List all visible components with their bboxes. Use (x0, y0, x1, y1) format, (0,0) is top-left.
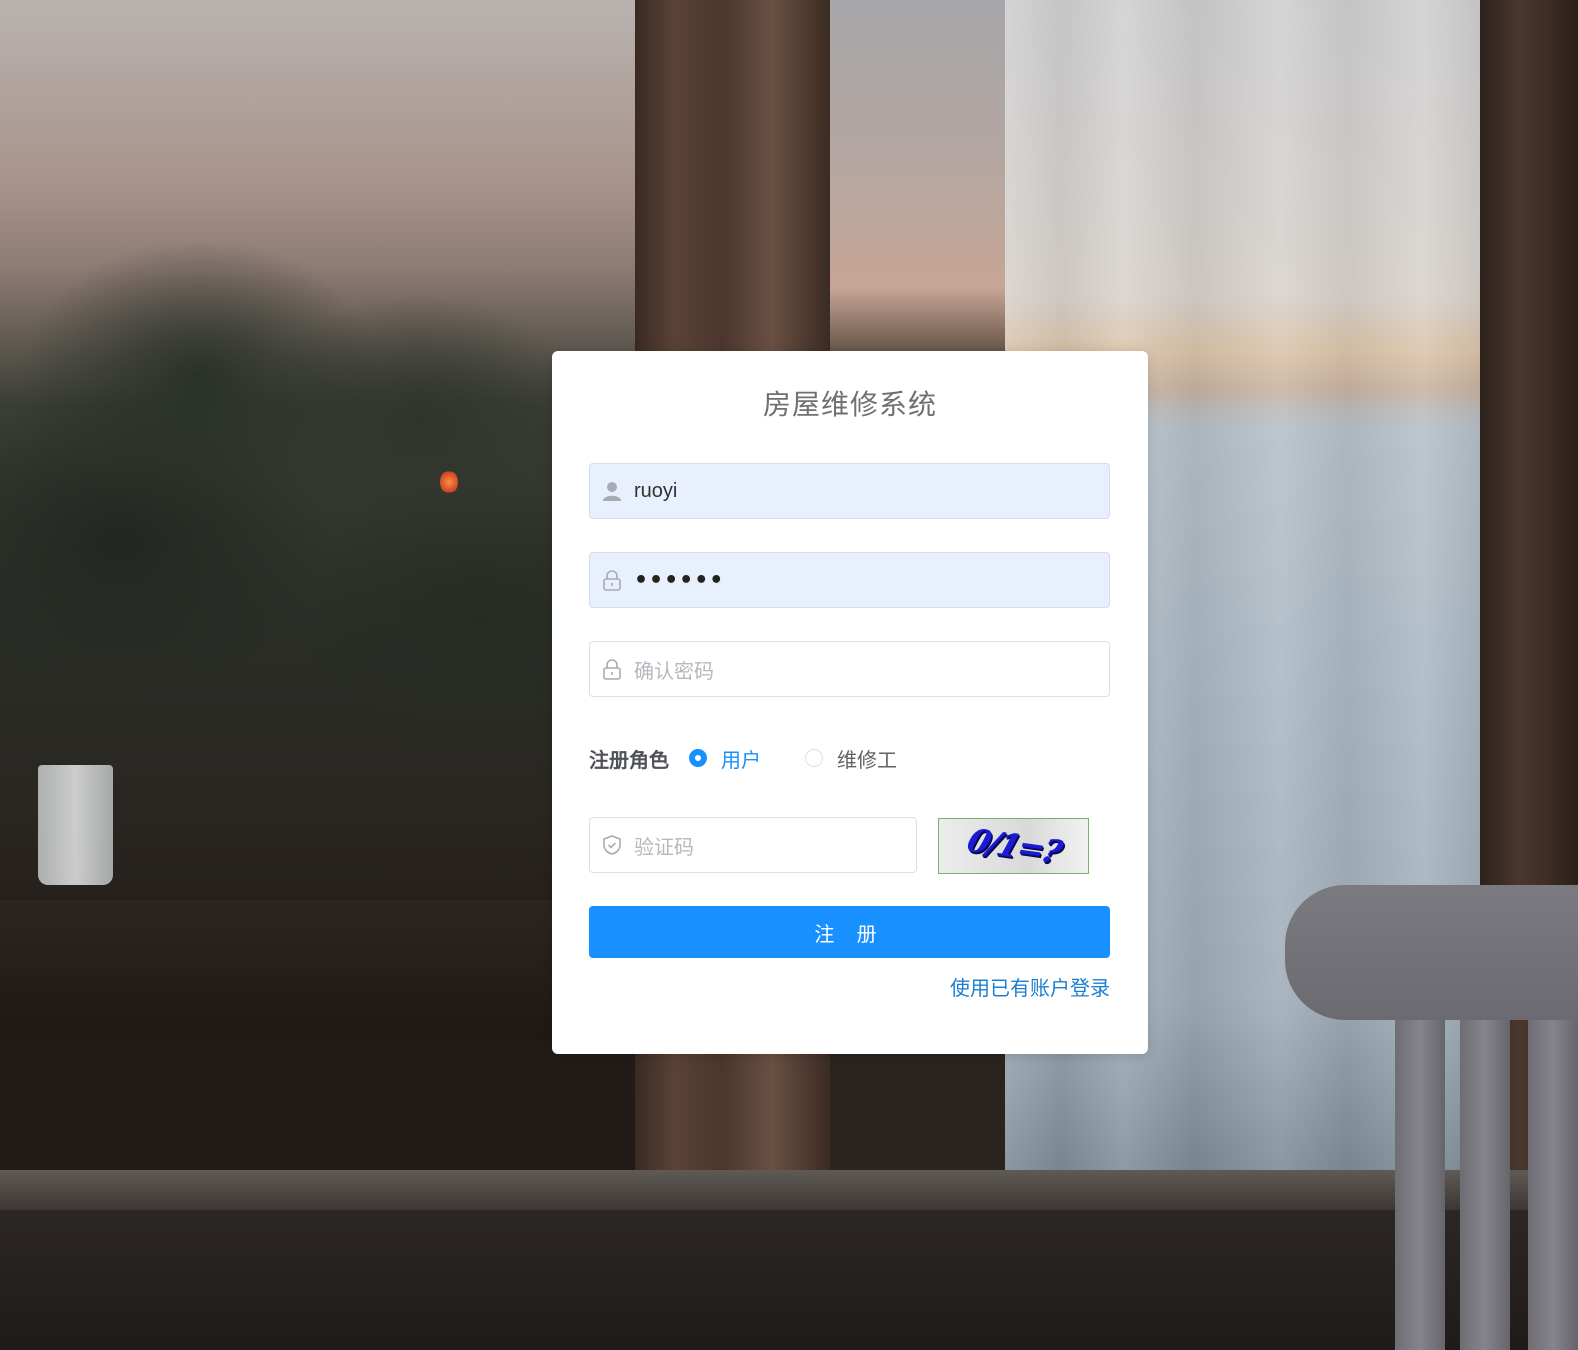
background-trees (0, 120, 640, 740)
login-link[interactable]: 使用已有账户登录 (950, 972, 1110, 1001)
role-label: 注册角色 (589, 747, 669, 772)
captcha-text: 0/1=? (962, 821, 1065, 871)
background-light (440, 470, 458, 494)
background-sky-mid (830, 0, 1005, 360)
username-value: ruoyi (634, 479, 678, 502)
captcha-field[interactable]: 验证码 (589, 817, 917, 873)
role-option-label: 用户 (721, 747, 761, 772)
captcha-placeholder: 验证码 (634, 834, 694, 859)
username-field[interactable]: ruoyi (589, 463, 1110, 519)
lock-icon (590, 553, 634, 607)
radio-unchecked-icon (805, 749, 823, 767)
background-floor (0, 1210, 1578, 1350)
captcha-image[interactable]: 0/1=? (938, 818, 1089, 874)
background-sill (0, 1170, 1578, 1210)
radio-checked-icon (689, 749, 707, 767)
background-chair-back (1285, 885, 1578, 1020)
page-title: 房屋维修系统 (762, 388, 937, 421)
role-radio-user[interactable]: 用户 (689, 744, 761, 773)
background-bench (0, 900, 560, 1040)
register-button[interactable]: 注 册 (589, 906, 1110, 958)
shield-icon (590, 818, 634, 872)
background-chair-slat (1395, 1020, 1445, 1350)
background-chair-slat (1460, 1020, 1510, 1350)
background-cup (38, 765, 113, 885)
role-selector: 注册角色 用户 维修工 (589, 743, 941, 773)
confirm-password-field[interactable]: 确认密码 (589, 641, 1110, 697)
password-field[interactable]: •••••• (589, 552, 1110, 608)
lock-icon (590, 642, 634, 696)
user-icon (590, 464, 634, 518)
password-value: •••••• (634, 567, 725, 593)
role-radio-repairman[interactable]: 维修工 (805, 744, 897, 773)
role-option-label: 维修工 (837, 747, 897, 772)
background-chair-slat (1528, 1020, 1578, 1350)
register-card: 房屋维修系统 ruoyi •••••• 确认密码 注册角色 用户 维修工 验证码… (552, 351, 1148, 1054)
confirm-password-placeholder: 确认密码 (634, 658, 714, 683)
